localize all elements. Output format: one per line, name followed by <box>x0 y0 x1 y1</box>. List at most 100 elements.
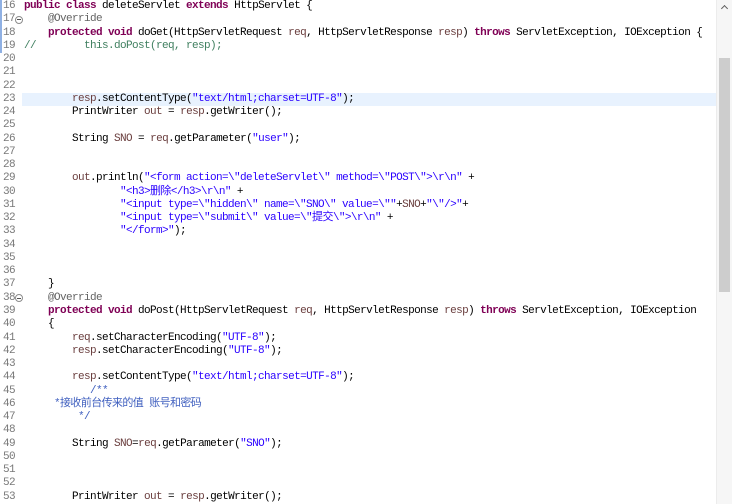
code-token: PrintWriter <box>24 490 145 503</box>
code-text[interactable]: } <box>24 278 55 291</box>
code-token: req <box>138 437 157 450</box>
code-text[interactable]: { <box>24 318 55 331</box>
line-number: 37 <box>2 278 16 291</box>
code-text[interactable]: "<input type=\"submit\" value=\"提交\">\r\… <box>24 212 393 225</box>
code-token: + <box>462 198 469 211</box>
code-line[interactable]: 51 <box>0 464 716 477</box>
code-text[interactable]: PrintWriter out = resp.getWriter(); <box>24 106 283 119</box>
line-number: 27 <box>2 145 16 158</box>
code-token: ); <box>342 371 355 384</box>
code-line[interactable]: 38 @Override <box>0 292 716 305</box>
code-text[interactable]: */ <box>24 411 91 424</box>
code-line[interactable]: 33 "</form>"); <box>0 225 716 238</box>
code-text[interactable]: String SNO = req.getParameter("user"); <box>24 132 301 146</box>
code-line[interactable]: 34 <box>0 239 716 252</box>
code-line[interactable]: 45 /** <box>0 385 716 398</box>
code-line[interactable]: 30 "<h3>删除</h3>\r\n" + <box>0 186 716 199</box>
code-line[interactable]: 22 <box>0 80 716 93</box>
code-text[interactable]: resp.setCharacterEncoding("UTF-8"); <box>24 344 283 358</box>
code-text[interactable]: @Override <box>24 13 103 26</box>
code-line[interactable]: 52 <box>0 477 716 490</box>
code-text[interactable]: resp.setContentType("text/html;charset=U… <box>24 371 355 384</box>
code-text[interactable]: out.println("<form action=\"deleteServle… <box>24 172 475 185</box>
code-token: "\"/>" <box>426 198 463 211</box>
code-line[interactable]: 40 { <box>0 318 716 331</box>
code-line[interactable]: 44 resp.setContentType("text/html;charse… <box>0 371 716 384</box>
code-text[interactable]: "<input type=\"hidden\" name=\"SNO\" val… <box>24 198 469 212</box>
code-token: SNO <box>114 132 133 145</box>
code-token: resp <box>24 344 97 357</box>
code-text[interactable]: // this.doPost(req, resp); <box>24 39 223 53</box>
code-line[interactable]: 17 @Override <box>0 13 716 26</box>
code-token: out <box>144 106 163 119</box>
line-number: 43 <box>2 358 16 371</box>
code-text[interactable]: protected void doPost(HttpServletRequest… <box>24 304 697 318</box>
code-line[interactable]: 39 protected void doPost(HttpServletRequ… <box>0 305 716 318</box>
code-text[interactable]: @Override <box>24 292 103 305</box>
code-line[interactable]: 20 <box>0 53 716 66</box>
vertical-scrollbar[interactable] <box>716 0 732 504</box>
code-editor[interactable]: 16 public class deleteServlet extends Htt… <box>0 0 716 504</box>
line-number: 34 <box>2 238 16 251</box>
code-token: /** <box>24 384 109 397</box>
code-text[interactable]: req.setCharacterEncoding("UTF-8"); <box>24 331 277 345</box>
code-text[interactable]: "</form>"); <box>24 225 187 238</box>
code-line[interactable]: 25 <box>0 119 716 132</box>
code-token: protected void <box>24 304 133 317</box>
fold-collapse-icon[interactable] <box>15 294 23 303</box>
code-line[interactable]: 21 <box>0 66 716 79</box>
line-number: 26 <box>2 132 16 145</box>
code-text[interactable]: protected void doGet(HttpServletRequest … <box>24 26 703 40</box>
code-line[interactable]: 46 *接收前台传来的值 账号和密码 <box>0 398 716 411</box>
code-line[interactable]: 31 "<input type=\"hidden\" name=\"SNO\" … <box>0 199 716 212</box>
chevron-up-icon[interactable] <box>721 3 728 10</box>
code-line[interactable]: 41 req.setCharacterEncoding("UTF-8"); <box>0 332 716 345</box>
code-line[interactable]: 26 String SNO = req.getParameter("user")… <box>0 133 716 146</box>
code-token: deleteServlet <box>96 0 187 12</box>
code-line[interactable]: 36 <box>0 265 716 278</box>
code-text[interactable]: PrintWriter out = resp.getWriter(); <box>24 490 283 504</box>
code-line[interactable]: 50 <box>0 451 716 464</box>
code-line[interactable]: 28 <box>0 159 716 172</box>
code-line[interactable]: 47 */ <box>0 411 716 424</box>
code-token: } <box>24 278 55 291</box>
code-text[interactable]: String SNO=req.getParameter("SNO"); <box>24 437 283 451</box>
code-line[interactable]: 16 public class deleteServlet extends Htt… <box>0 0 716 13</box>
code-line[interactable]: 42 resp.setCharacterEncoding("UTF-8"); <box>0 345 716 358</box>
code-text[interactable]: resp.setContentType("text/html;charset=U… <box>24 93 355 106</box>
code-line[interactable]: 43 <box>0 358 716 371</box>
line-number: 36 <box>2 265 16 278</box>
code-token: resp <box>24 371 97 384</box>
code-token: ServletException, IOException { <box>510 26 703 39</box>
code-token: "<h3>删除</h3>\r\n" <box>24 185 231 198</box>
code-token: .getParameter( <box>156 437 241 450</box>
code-text[interactable]: "<h3>删除</h3>\r\n" + <box>24 186 243 199</box>
code-line[interactable]: 48 <box>0 424 716 437</box>
line-number: 31 <box>2 198 16 211</box>
line-number: 24 <box>2 106 16 119</box>
code-token: "<input type=\"submit\" value=\"提交\">\r\… <box>24 212 381 225</box>
fold-collapse-icon[interactable] <box>15 15 23 24</box>
code-token: .setCharacterEncoding( <box>90 331 223 344</box>
line-number: 32 <box>2 212 16 225</box>
code-text[interactable]: /** <box>24 384 109 398</box>
scrollbar-thumb[interactable] <box>719 58 730 292</box>
code-token: ); <box>174 225 187 238</box>
code-line[interactable]: 49 String SNO=req.getParameter("SNO"); <box>0 438 716 451</box>
code-line[interactable]: 29 out.println("<form action=\"deleteSer… <box>0 172 716 185</box>
code-line[interactable]: 27 <box>0 146 716 159</box>
code-text[interactable]: public class deleteServlet extends HttpS… <box>24 0 313 13</box>
code-text[interactable]: *接收前台传来的值 账号和密码 <box>24 398 202 411</box>
code-line[interactable]: 18 protected void doGet(HttpServletReque… <box>0 27 716 40</box>
code-line[interactable]: 19 // this.doPost(req, resp); <box>0 40 716 53</box>
code-token: PrintWriter <box>24 106 145 119</box>
code-line[interactable]: 24 PrintWriter out = resp.getWriter(); <box>0 106 716 119</box>
code-token: // this.doPost(req, resp); <box>24 39 223 52</box>
code-line[interactable]: 53 PrintWriter out = resp.getWriter(); <box>0 491 716 504</box>
code-line[interactable]: 23 resp.setContentType("text/html;charse… <box>0 92 716 107</box>
line-number: 41 <box>2 331 16 344</box>
line-number: 49 <box>2 437 16 450</box>
code-line[interactable]: 35 <box>0 252 716 265</box>
code-line[interactable]: 32 "<input type=\"submit\" value=\"提交\">… <box>0 212 716 225</box>
code-line[interactable]: 37 } <box>0 278 716 291</box>
